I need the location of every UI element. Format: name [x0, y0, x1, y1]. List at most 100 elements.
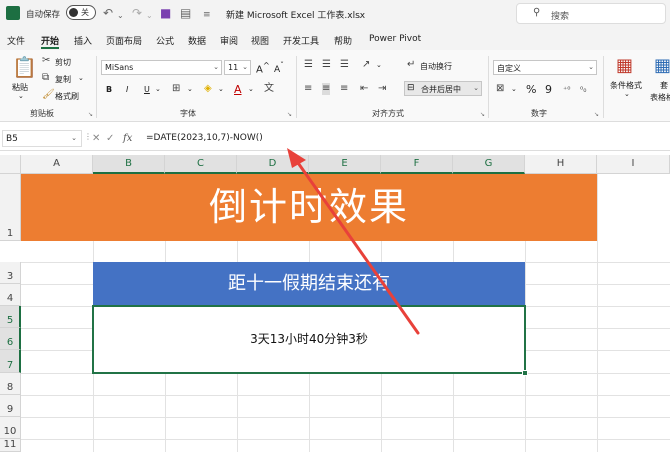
formula-input[interactable]: =DATE(2023,10,7)-NOW() — [146, 133, 263, 143]
orientation-dropdown-icon[interactable]: ⌄ — [376, 61, 382, 69]
cut-button[interactable]: 剪切 — [55, 57, 71, 68]
currency-dropdown-icon[interactable]: ⌄ — [511, 85, 517, 93]
tab-page-layout[interactable]: 页面布局 — [106, 34, 142, 47]
worksheet-grid[interactable]: A B C D E F G H I 1 3 4 5 6 7 8 9 10 11 … — [0, 155, 670, 452]
redo-dropdown-icon[interactable]: ⌄ — [146, 9, 153, 23]
tab-data[interactable]: 数据 — [188, 34, 206, 47]
copy-icon[interactable]: ⧉ — [42, 72, 49, 84]
number-format-select[interactable]: 自定义 ⌄ — [493, 60, 597, 75]
format-as-table-label[interactable]: 表格格 — [650, 92, 670, 103]
column-header-e[interactable]: E — [309, 155, 381, 174]
row-header-3[interactable]: 3 — [0, 262, 21, 284]
title-dropdown-icon[interactable]: ⌄ — [357, 9, 364, 23]
conditional-format-dropdown-icon[interactable]: ⌄ — [624, 90, 630, 98]
orientation-icon[interactable]: ↗ — [362, 59, 370, 71]
number-launcher-icon[interactable]: ↘ — [594, 111, 599, 118]
wrap-text-icon[interactable]: ↵ — [407, 59, 415, 71]
format-painter-button[interactable]: 格式刷 — [55, 91, 79, 102]
tab-help[interactable]: 帮助 — [334, 34, 352, 47]
align-right-icon[interactable]: ≡ — [340, 83, 348, 95]
copy-button[interactable]: 复制 — [55, 74, 71, 85]
conditional-format-icon[interactable]: ▦ — [616, 56, 633, 76]
decrease-decimal-icon[interactable]: ⁰₀ — [580, 84, 586, 96]
font-size-select[interactable]: 11 ⌄ — [224, 60, 251, 75]
column-header-g[interactable]: G — [453, 155, 525, 174]
clipboard-launcher-icon[interactable]: ↘ — [88, 111, 93, 118]
save-icon[interactable]: ■ — [160, 6, 171, 20]
name-box[interactable]: B5 ⌄ — [2, 130, 82, 147]
font-color-dropdown-icon[interactable]: ⌄ — [248, 85, 254, 93]
decrease-indent-icon[interactable]: ⇤ — [360, 83, 368, 95]
paste-icon[interactable]: 📋 — [12, 56, 37, 78]
borders-icon[interactable]: ⊞ — [172, 83, 180, 95]
row-header-8[interactable]: 8 — [0, 373, 21, 395]
tab-developer[interactable]: 开发工具 — [283, 34, 319, 47]
format-as-table-button[interactable]: 套 — [660, 80, 668, 91]
tab-home[interactable]: 开始 — [41, 34, 59, 47]
align-middle-icon[interactable]: ☰ — [322, 59, 331, 71]
cut-icon[interactable]: ✂ — [42, 55, 50, 67]
merge-center-button[interactable]: 合并后居中 ⊟ ⌄ — [404, 81, 482, 96]
italic-button[interactable]: I — [126, 85, 128, 94]
cancel-icon[interactable]: ✕ — [92, 133, 100, 144]
phonetic-icon[interactable]: 文 — [264, 83, 274, 95]
font-name-select[interactable]: MiSans ⌄ — [101, 60, 222, 75]
grow-font-icon[interactable]: A^ — [256, 60, 270, 75]
row-header-4[interactable]: 4 — [0, 284, 21, 306]
tab-formulas[interactable]: 公式 — [156, 34, 174, 47]
shrink-font-icon[interactable]: Aˇ — [274, 61, 284, 75]
subtitle-cell[interactable]: 距十一假期结束还有 — [93, 262, 525, 306]
tab-power-pivot[interactable]: Power Pivot — [369, 34, 421, 44]
percent-button[interactable]: % — [526, 83, 536, 96]
column-header-b[interactable]: B — [93, 155, 165, 174]
customize-toolbar-icon[interactable]: ≡ — [203, 8, 211, 22]
align-bottom-icon[interactable]: ☰ — [340, 59, 349, 71]
fill-handle[interactable] — [522, 370, 528, 376]
column-header-i[interactable]: I — [597, 155, 670, 174]
column-header-h[interactable]: H — [525, 155, 597, 174]
align-left-icon[interactable]: ≡ — [304, 83, 312, 95]
currency-icon[interactable]: ⊠ — [496, 83, 504, 95]
tab-insert[interactable]: 插入 — [74, 34, 92, 47]
tab-file[interactable]: 文件 — [7, 34, 25, 47]
column-header-c[interactable]: C — [165, 155, 237, 174]
fill-color-icon[interactable]: ◈ — [204, 83, 212, 95]
autosave-toggle[interactable]: 关 — [66, 5, 96, 20]
underline-dropdown-icon[interactable]: ⌄ — [155, 85, 161, 93]
select-all-button[interactable] — [0, 155, 21, 174]
row-header-11[interactable]: 11 — [0, 439, 21, 452]
undo-icon[interactable]: ↶ — [103, 6, 113, 20]
row-header-10[interactable]: 10 — [0, 417, 21, 439]
row-header-6[interactable]: 6 — [0, 328, 21, 350]
increase-decimal-icon[interactable]: ⁺⁰ — [563, 84, 570, 96]
search-box[interactable]: ⚲ 搜索 — [516, 3, 666, 24]
insert-function-button[interactable]: fx — [123, 133, 132, 144]
tab-review[interactable]: 审阅 — [220, 34, 238, 47]
borders-dropdown-icon[interactable]: ⌄ — [187, 85, 193, 93]
alignment-launcher-icon[interactable]: ↘ — [480, 111, 485, 118]
font-color-icon[interactable]: A — [234, 83, 242, 96]
increase-indent-icon[interactable]: ⇥ — [378, 83, 386, 95]
wrap-text-button[interactable]: 自动换行 — [420, 61, 452, 72]
view-icon[interactable]: ▤ — [180, 6, 191, 20]
underline-button[interactable]: U — [144, 85, 150, 94]
comma-style-button[interactable]: 9 — [545, 83, 552, 96]
format-painter-icon[interactable]: 🖌 — [42, 89, 55, 101]
more-options-icon[interactable]: ⋮ — [84, 132, 92, 141]
document-title[interactable]: 新建 Microsoft Excel 工作表.xlsx — [226, 8, 365, 21]
align-center-icon[interactable]: ≡ — [322, 83, 331, 95]
font-launcher-icon[interactable]: ↘ — [287, 111, 292, 118]
column-header-a[interactable]: A — [21, 155, 93, 174]
row-header-5[interactable]: 5 — [0, 306, 21, 328]
bold-button[interactable]: B — [106, 85, 112, 94]
format-as-table-icon[interactable]: ▦ — [654, 56, 670, 76]
row-header-9[interactable]: 9 — [0, 395, 21, 417]
column-header-f[interactable]: F — [381, 155, 453, 174]
copy-dropdown-icon[interactable]: ⌄ — [78, 74, 84, 82]
fill-color-dropdown-icon[interactable]: ⌄ — [218, 85, 224, 93]
row-header-1[interactable]: 1 — [0, 174, 21, 241]
tab-view[interactable]: 视图 — [251, 34, 269, 47]
undo-dropdown-icon[interactable]: ⌄ — [117, 9, 124, 23]
column-header-d[interactable]: D — [237, 155, 309, 174]
paste-dropdown-icon[interactable]: ⌄ — [18, 92, 24, 100]
